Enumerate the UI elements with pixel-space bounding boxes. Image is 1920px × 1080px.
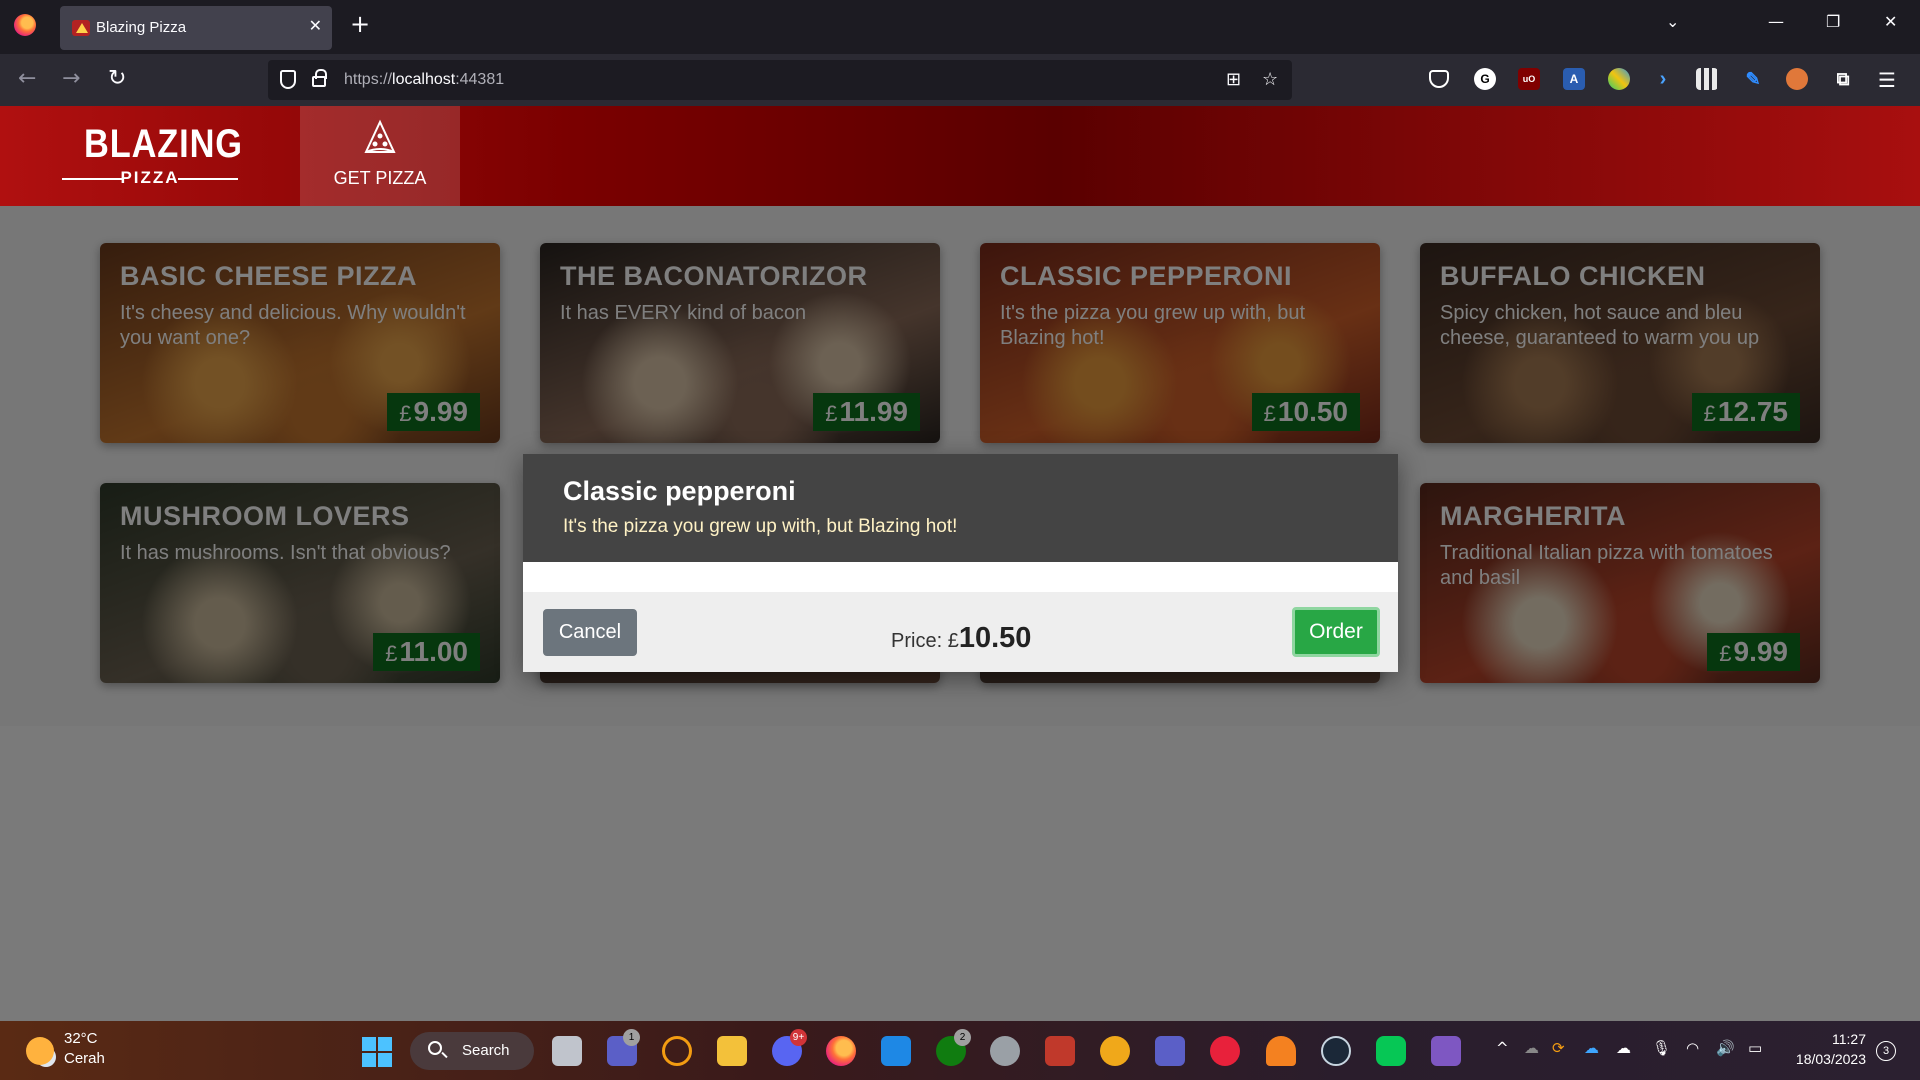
reload-button[interactable]: ↻ — [108, 66, 126, 91]
dialog-footer: Cancel Price: £10.50 Order — [523, 592, 1398, 672]
arrow-extension-icon[interactable]: › — [1652, 68, 1674, 90]
notification-badge[interactable]: 3 — [1876, 1041, 1896, 1061]
fox-extension-icon[interactable] — [1786, 68, 1808, 90]
close-window-button[interactable]: ✕ — [1884, 12, 1897, 31]
firefox-icon[interactable] — [14, 14, 36, 36]
pizza-slice-icon — [364, 119, 396, 153]
show-hidden-icons-chevron-icon[interactable]: ^ — [1496, 1039, 1509, 1057]
dialog-price: Price: £10.50 — [891, 622, 1032, 654]
menu-hamburger-icon[interactable]: ☰ — [1878, 68, 1896, 92]
minimize-button[interactable]: — — [1768, 12, 1784, 31]
translate-icon[interactable]: ⊞ — [1226, 69, 1241, 90]
logo-text: BLAZING — [84, 122, 243, 166]
firefox-taskbar-icon[interactable] — [826, 1036, 856, 1066]
back-button[interactable]: ← — [18, 66, 36, 91]
apps-grid-icon[interactable] — [1696, 68, 1718, 90]
forward-button[interactable]: → — [62, 66, 80, 91]
app-viewport: BLAZING PIZZA GET PIZZA Basic Cheese Piz… — [0, 106, 1920, 1021]
mail-icon[interactable] — [881, 1036, 911, 1066]
microphone-icon[interactable]: 🎙 — [1652, 1039, 1671, 1057]
xbox-badge: 2 — [954, 1029, 971, 1046]
translator-icon[interactable]: A — [1563, 68, 1585, 90]
pocket-icon[interactable] — [1429, 70, 1449, 88]
tab-close-icon[interactable]: ✕ — [309, 16, 322, 35]
taskbar-search-label: Search — [462, 1042, 510, 1059]
browser-tab-bar: Blazing Pizza ✕ + ⌄ — ❐ ✕ — [0, 0, 1920, 54]
list-all-tabs-icon[interactable]: ⌄ — [1666, 12, 1679, 31]
search-magnifier-app-icon[interactable] — [662, 1036, 692, 1066]
onedrive-icon[interactable]: ☁ — [1584, 1039, 1599, 1057]
color-picker-icon[interactable] — [1608, 68, 1630, 90]
chat-badge: 1 — [623, 1029, 640, 1046]
weather-condition[interactable]: Cerah — [64, 1050, 105, 1067]
nav-get-pizza[interactable]: GET PIZZA — [300, 106, 460, 206]
dialog-body — [523, 562, 1398, 592]
weather-icon[interactable] — [26, 1037, 54, 1065]
line-icon[interactable] — [1376, 1036, 1406, 1066]
file-explorer-icon[interactable] — [717, 1036, 747, 1066]
clock-time[interactable]: 11:27 — [1806, 1031, 1866, 1047]
teams-icon[interactable] — [1155, 1036, 1185, 1066]
cloud-white-icon[interactable]: ☁ — [1616, 1039, 1631, 1057]
logo-subtext: PIZZA — [62, 168, 238, 188]
grammarly-icon[interactable]: G — [1474, 68, 1496, 90]
game-app-icon[interactable] — [1045, 1036, 1075, 1066]
tracking-protection-shield-icon[interactable] — [280, 70, 296, 89]
pizza-favicon-icon — [72, 20, 90, 36]
cloudflare-icon[interactable] — [1266, 1036, 1296, 1066]
task-view-icon[interactable] — [552, 1036, 582, 1066]
clock-date[interactable]: 18/03/2023 — [1780, 1051, 1866, 1067]
steam-icon[interactable] — [1321, 1036, 1351, 1066]
url-bar[interactable]: https://localhost:44381 ⊞ ☆ — [268, 60, 1292, 100]
restore-button[interactable]: ❐ — [1826, 12, 1840, 31]
lion-app-icon[interactable] — [1100, 1036, 1130, 1066]
ea-app-icon[interactable] — [1210, 1036, 1240, 1066]
nav-get-pizza-label: GET PIZZA — [333, 168, 427, 188]
ublock-origin-icon[interactable]: uO — [1518, 68, 1540, 90]
windows-taskbar: 32°C Cerah Search 1 9+ 2 ^ ☁ ⟳ ☁ ☁ 🎙 ◠ 🔊… — [0, 1021, 1920, 1080]
extensions-puzzle-icon[interactable]: ⧉ — [1832, 68, 1854, 90]
bookmark-star-icon[interactable]: ☆ — [1262, 69, 1278, 90]
cancel-button[interactable]: Cancel — [543, 609, 637, 656]
tab-title: Blazing Pizza — [96, 19, 187, 36]
taskbar-search[interactable]: Search — [410, 1032, 534, 1070]
dialog-header: Classic pepperoni It's the pizza you gre… — [523, 454, 1398, 562]
discord-badge: 9+ — [790, 1029, 807, 1046]
volume-icon[interactable]: 🔊 — [1716, 1039, 1735, 1057]
dialog-title: Classic pepperoni — [563, 476, 796, 506]
wifi-icon[interactable]: ◠ — [1686, 1039, 1699, 1057]
cloud-gray-icon[interactable]: ☁ — [1524, 1039, 1539, 1057]
page-below-overlay — [0, 726, 1920, 1021]
search-icon — [428, 1041, 442, 1055]
configure-pizza-dialog: Classic pepperoni It's the pizza you gre… — [523, 454, 1398, 672]
dialog-description: It's the pizza you grew up with, but Bla… — [563, 516, 958, 537]
browser-nav-bar: ← → ↻ https://localhost:44381 ⊞ ☆ G uO A… — [0, 54, 1920, 106]
lock-icon[interactable] — [312, 69, 327, 87]
visual-studio-icon[interactable] — [1431, 1036, 1461, 1066]
sync-icon[interactable]: ⟳ — [1552, 1039, 1565, 1057]
weather-temperature[interactable]: 32°C — [64, 1030, 98, 1047]
url-text[interactable]: https://localhost:44381 — [344, 71, 504, 89]
order-button[interactable]: Order — [1292, 607, 1380, 657]
new-tab-button[interactable]: + — [350, 10, 370, 38]
start-windows-icon[interactable] — [362, 1037, 392, 1067]
battery-icon[interactable]: ▭ — [1748, 1039, 1762, 1057]
app-header: BLAZING PIZZA GET PIZZA — [0, 106, 1920, 222]
disc-app-icon[interactable] — [990, 1036, 1020, 1066]
browser-tab[interactable]: Blazing Pizza ✕ — [60, 6, 332, 50]
edit-pen-icon[interactable]: ✎ — [1742, 68, 1764, 90]
